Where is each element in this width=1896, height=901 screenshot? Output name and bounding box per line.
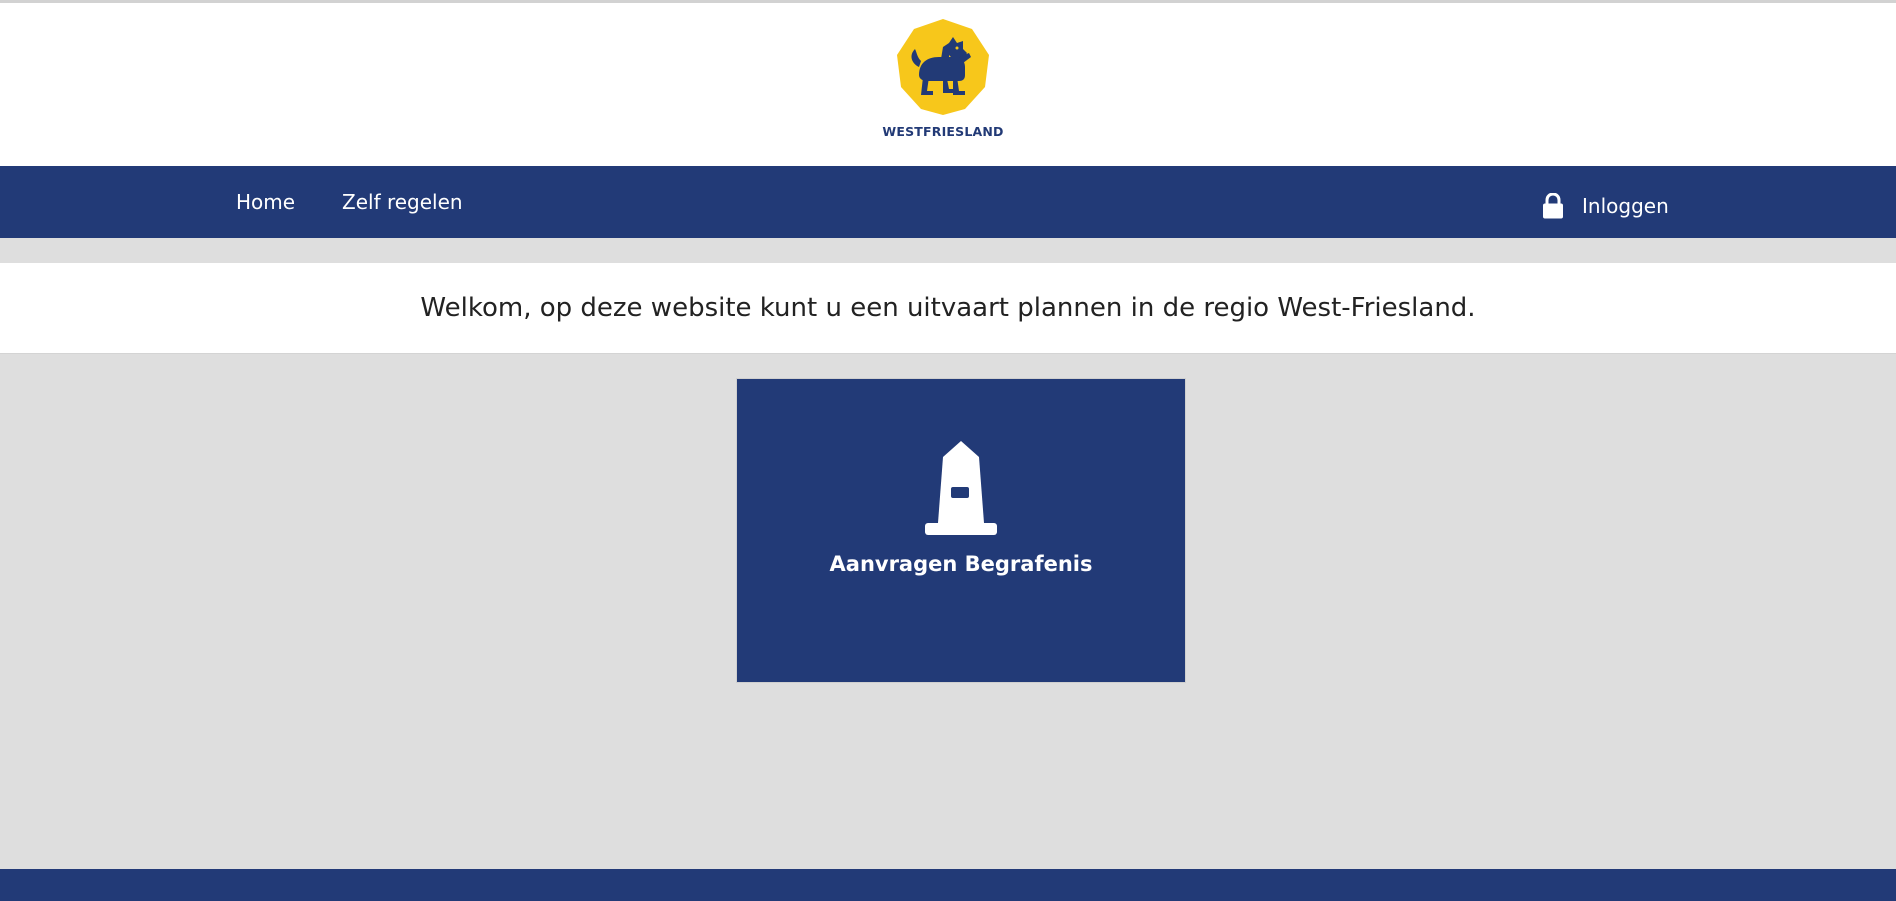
welcome-banner: Welkom, op deze website kunt u een uitva… xyxy=(0,263,1896,354)
login-link[interactable]: Inloggen xyxy=(1542,192,1669,220)
site-header: WESTFRIESLAND xyxy=(0,3,1896,166)
header-spacer xyxy=(0,238,1896,263)
site-logo[interactable]: WESTFRIESLAND xyxy=(878,17,1008,139)
main-navigation: Home Zelf regelen Inloggen xyxy=(0,166,1896,238)
nav-item-home[interactable]: Home xyxy=(236,190,295,214)
site-footer xyxy=(0,869,1896,901)
westfriesland-lion-crest-icon xyxy=(897,19,989,115)
login-label: Inloggen xyxy=(1582,194,1669,218)
logo-wordmark: WESTFRIESLAND xyxy=(882,124,1004,139)
lock-icon xyxy=(1543,193,1563,219)
nav-item-zelf-regelen[interactable]: Zelf regelen xyxy=(342,190,463,214)
tile-aanvragen-begrafenis[interactable]: Aanvragen Begrafenis xyxy=(736,378,1186,683)
welcome-text: Welkom, op deze website kunt u een uitva… xyxy=(420,293,1476,323)
gravestone-icon xyxy=(925,441,997,535)
tile-label: Aanvragen Begrafenis xyxy=(829,552,1093,576)
